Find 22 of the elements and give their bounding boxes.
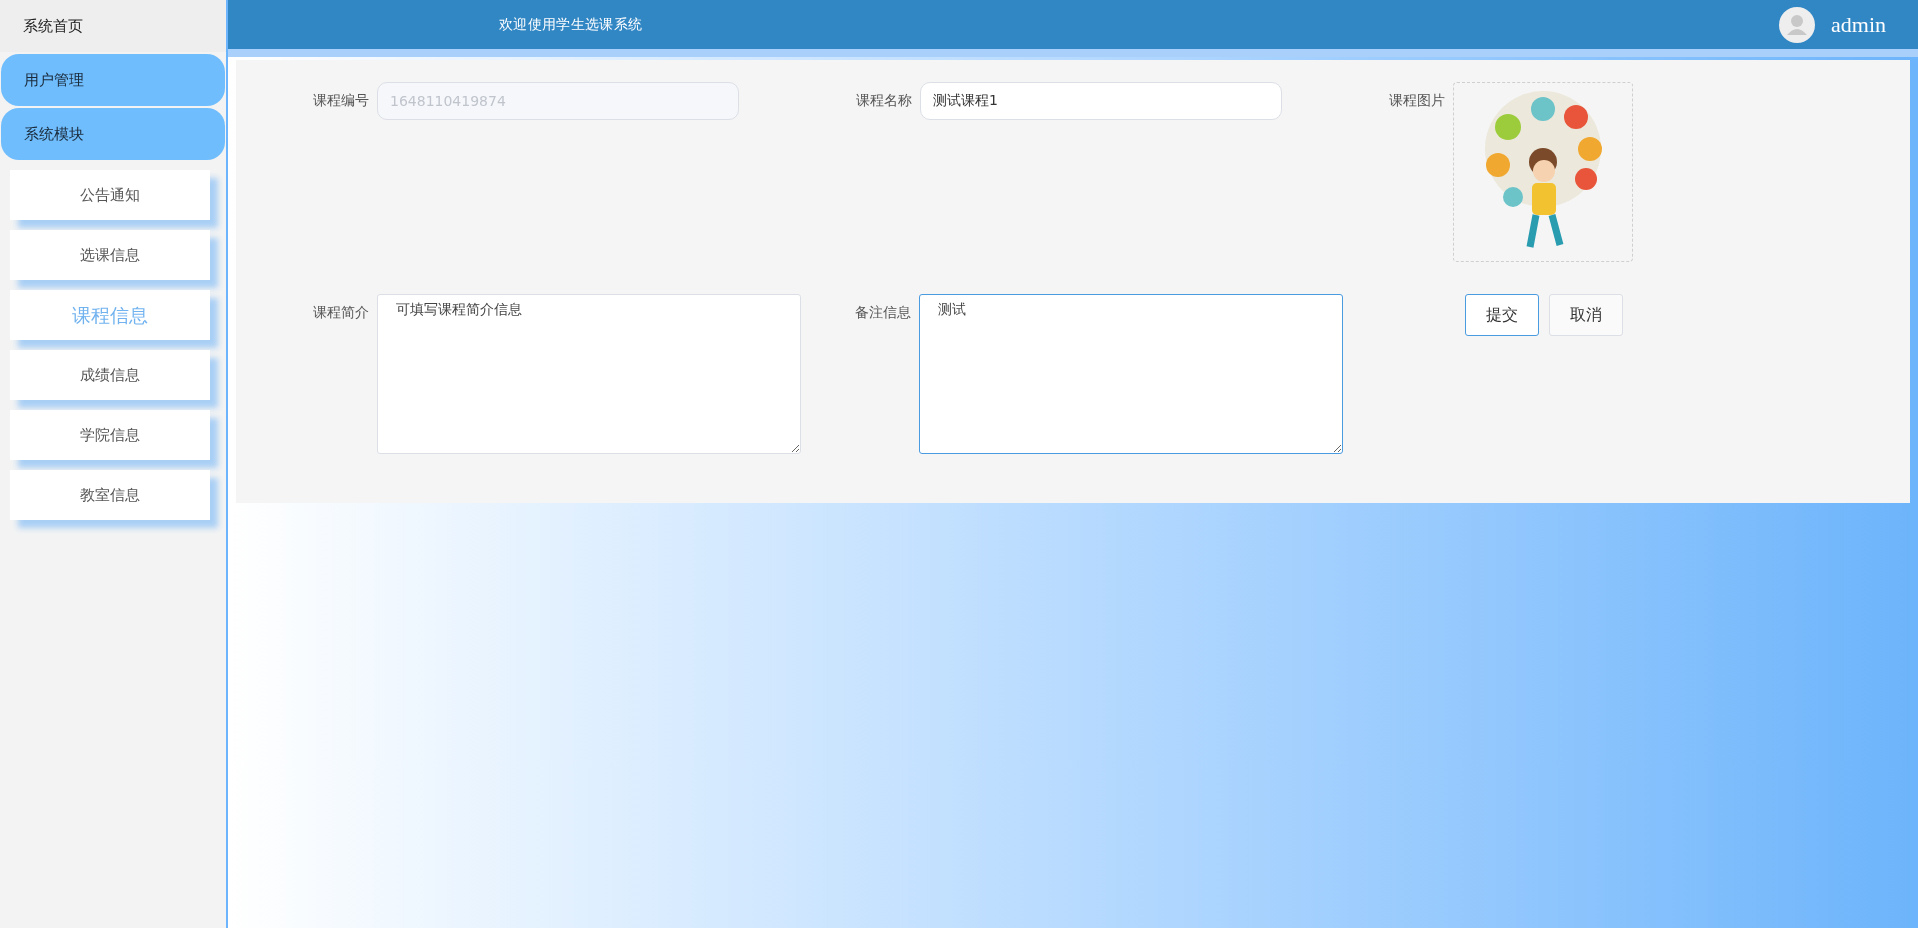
field-label: 课程图片	[1388, 91, 1445, 110]
avatar-icon	[1779, 6, 1815, 43]
cancel-button[interactable]: 取消	[1549, 294, 1623, 336]
sidebar-item[interactable]: 选课信息	[10, 230, 210, 280]
menu-group[interactable]: 系统模块	[1, 108, 225, 160]
sidebar-item[interactable]: 公告通知	[10, 170, 210, 220]
field-label: 备注信息	[854, 303, 911, 322]
text-area[interactable]: 可填写课程简介信息	[377, 294, 801, 454]
field-label: 课程简介	[312, 303, 369, 322]
home-link[interactable]: 系统首页	[0, 0, 226, 52]
image-upload[interactable]	[1453, 82, 1633, 262]
submit-button[interactable]: 提交	[1465, 294, 1539, 336]
sidebar-item[interactable]: 成绩信息	[10, 350, 210, 400]
field-label: 课程编号	[312, 91, 369, 110]
user-name[interactable]: admin	[1831, 8, 1886, 41]
field-label: 课程名称	[855, 91, 912, 110]
header-title: 欢迎使用学生选课系统	[499, 15, 643, 34]
text-area[interactable]: 测试	[919, 294, 1343, 454]
sidebar-item[interactable]: 学院信息	[10, 410, 210, 460]
menu-group[interactable]: 用户管理	[1, 54, 225, 106]
text-input[interactable]: 测试课程1	[920, 82, 1282, 120]
sidebar-item[interactable]: 教室信息	[10, 470, 210, 520]
